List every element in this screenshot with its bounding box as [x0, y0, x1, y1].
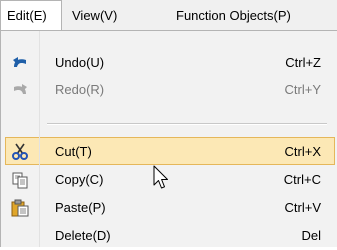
scissors-icon: [12, 143, 28, 160]
menu-item-shortcut: Ctrl+Z: [285, 55, 321, 70]
menu-item-shortcut: Ctrl+C: [283, 172, 321, 187]
menu-item-shortcut: Ctrl+X: [284, 144, 321, 159]
redo-icon: [14, 84, 27, 94]
menu-item-cut[interactable]: Cut(T) Ctrl+X: [5, 137, 335, 165]
menu-separator: [47, 123, 327, 125]
mouse-cursor-icon: [153, 165, 168, 189]
menu-bar: Edit(E) View(V) Function Objects(P): [0, 0, 337, 32]
menu-item-delete[interactable]: Delete(D) Del: [1, 222, 337, 250]
menu-item-shortcut: Ctrl+Y: [284, 82, 321, 97]
menu-function-objects[interactable]: Function Objects(P): [176, 0, 291, 31]
menu-item-redo[interactable]: Redo(R) Ctrl+Y: [1, 76, 337, 104]
edit-dropdown-menu: Undo(U) Ctrl+Z Redo(R) Ctrl+Y Cut(T) Ctr…: [0, 30, 337, 247]
menu-item-paste[interactable]: Paste(P) Ctrl+V: [1, 194, 337, 222]
menu-item-shortcut: Ctrl+V: [284, 200, 321, 215]
menu-item-shortcut: Del: [301, 228, 321, 243]
menu-item-label: Paste(P): [55, 200, 106, 215]
menu-edit[interactable]: Edit(E): [0, 0, 62, 31]
menu-item-label: Cut(T): [55, 144, 92, 159]
copy-icon: [12, 172, 28, 189]
menu-item-label: Redo(R): [55, 82, 105, 97]
paste-icon: [11, 199, 29, 217]
menu-item-undo[interactable]: Undo(U) Ctrl+Z: [1, 49, 337, 77]
menu-view[interactable]: View(V): [72, 0, 117, 31]
undo-icon: [13, 57, 26, 67]
menu-item-label: Undo(U): [55, 55, 105, 70]
menu-item-label: Copy(C): [55, 172, 104, 187]
menu-item-label: Delete(D): [55, 228, 111, 243]
